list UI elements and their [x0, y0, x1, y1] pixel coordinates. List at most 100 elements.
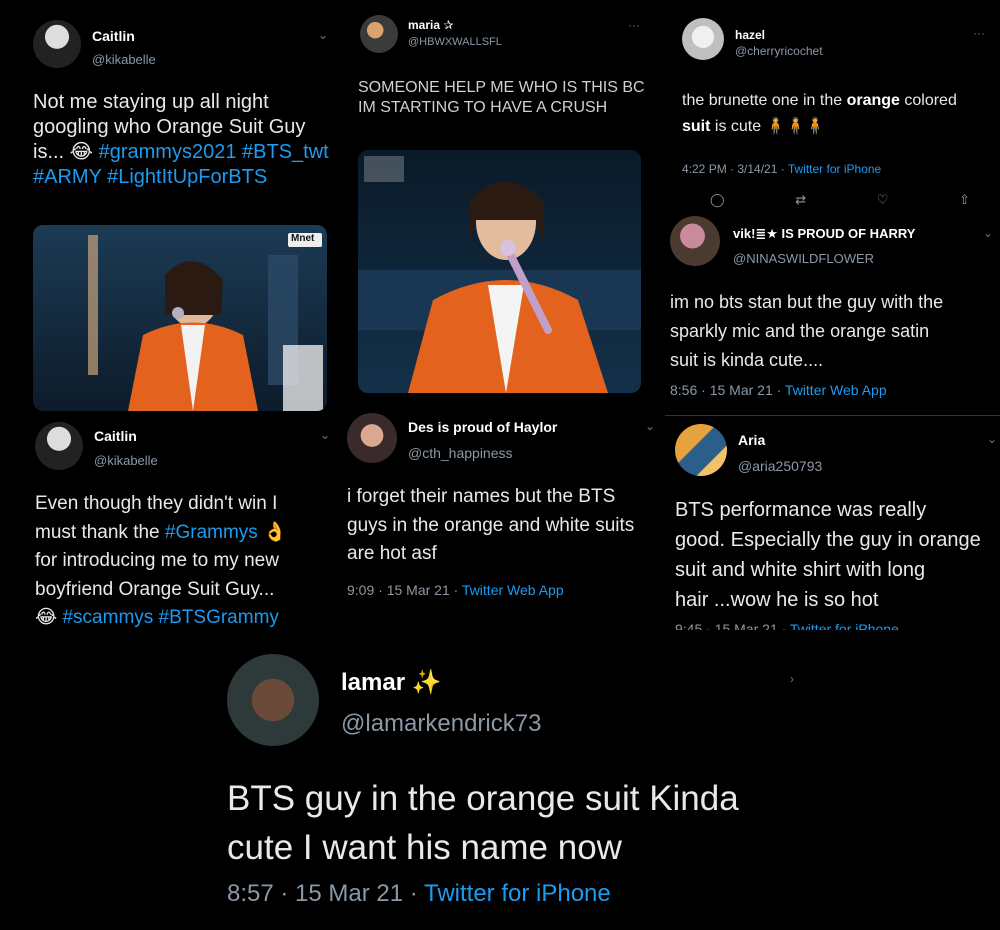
tweet-text: SOMEONE HELP ME WHO IS THIS BC IM STARTI…	[358, 78, 658, 118]
tweet-line: suit and white shirt with long	[675, 559, 926, 581]
tweet-aria[interactable]: Aria @aria250793 ⌄ BTS performance was r…	[665, 418, 1000, 630]
avatar[interactable]	[227, 654, 319, 746]
tweet-text: Not me staying up all night googling who…	[33, 90, 333, 190]
tweet-line: good. Especially the guy in orange	[675, 529, 981, 551]
tweet-text-fragment: orange	[846, 92, 900, 109]
tweet-line: Even though they didn't win I	[35, 493, 278, 514]
avatar[interactable]	[360, 15, 398, 53]
avatar[interactable]	[33, 20, 81, 68]
tweet-timestamp: 9:45 · 15 Mar 21 · Twitter for iPhone	[675, 621, 899, 630]
author-name[interactable]: lamar ✨	[341, 668, 442, 697]
timestamp: 8:57 · 15 Mar 21 ·	[227, 880, 424, 907]
author-handle: @lamarkendrick73	[341, 710, 542, 737]
tweet-line: is... 😂 #grammys2021 #BTS_twt	[33, 140, 333, 165]
hashtag-link[interactable]: #scammys #BTSGrammy	[62, 607, 278, 628]
hashtag-link[interactable]: #ARMY #LightItUpForBTS	[33, 165, 333, 190]
tweet-line: suit is kinda cute....	[670, 349, 824, 370]
performance-photo	[33, 225, 327, 411]
performance-photo	[358, 150, 641, 393]
source-link[interactable]: Twitter for iPhone	[788, 162, 881, 176]
tweet-text-fragment: is cute 🧍🧍🧍	[710, 117, 826, 135]
author-handle: @kikabelle	[94, 453, 158, 468]
source-link[interactable]: Twitter for iPhone	[424, 880, 611, 907]
author-name[interactable]: vik!≣★ IS PROUD OF HARRY	[733, 226, 915, 242]
reply-icon[interactable]: ◯	[710, 192, 725, 208]
action-bar: ◯ ⇄ ♡ ⇧	[710, 192, 970, 208]
share-icon[interactable]: ⇧	[959, 192, 970, 208]
tweet-caitlin-2[interactable]: Caitlin @kikabelle ⌄ Even though they di…	[0, 420, 340, 630]
tweet-line: BTS performance was really	[675, 499, 927, 521]
tweet-line: must thank the #Grammys 👌	[35, 519, 335, 548]
avatar[interactable]	[347, 413, 397, 463]
author-handle: @HBWXWALLSFL	[408, 36, 502, 48]
author-handle: @cherryricochet	[735, 44, 823, 58]
avatar[interactable]	[35, 422, 83, 470]
tweet-vik[interactable]: vik!≣★ IS PROUD OF HARRY @NINASWILDFLOWE…	[665, 208, 1000, 416]
hashtag-link[interactable]: #grammys2021 #BTS_twt	[99, 141, 329, 163]
tweet-text-fragment: 👌	[257, 521, 287, 543]
tweet-text-fragment: colored	[899, 92, 957, 109]
divider	[665, 415, 1000, 416]
hashtag-link[interactable]: #Grammys	[165, 522, 258, 543]
tweet-timestamp: 8:56 · 15 Mar 21 · Twitter Web App	[670, 382, 887, 398]
tweet-lamar[interactable]: lamar ✨ @lamarkendrick73 › BTS guy in th…	[205, 632, 805, 930]
tweet-line: for introducing me to my new	[35, 550, 279, 571]
tweet-line: cute I want his name now	[227, 828, 622, 867]
avatar[interactable]	[670, 216, 720, 266]
chevron-down-icon[interactable]: ⌄	[645, 419, 655, 433]
author-name[interactable]: Caitlin	[92, 28, 135, 44]
avatar[interactable]	[675, 424, 727, 476]
tweet-line: 😂 #scammys #BTSGrammy	[35, 604, 335, 630]
more-icon[interactable]: ···	[973, 26, 985, 40]
tweet-text-fragment: 😂	[35, 607, 63, 628]
source-link[interactable]: Twitter Web App	[785, 382, 887, 398]
source-link[interactable]: Twitter for iPhone	[790, 621, 899, 630]
like-icon[interactable]: ♡	[877, 192, 889, 208]
tweet-text-fragment: is... 😂	[33, 141, 99, 163]
timestamp: 9:45 · 15 Mar 21 ·	[675, 621, 790, 630]
author-handle: @kikabelle	[92, 52, 156, 67]
tweet-text: BTS guy in the orange suit Kinda cute I …	[227, 774, 802, 872]
tweet-media[interactable]: Mnet	[33, 225, 327, 411]
source-link[interactable]: Twitter Web App	[462, 582, 564, 598]
tweet-timestamp: 9:09 · 15 Mar 21 · Twitter Web App	[347, 582, 564, 598]
tweet-line: BTS guy in the orange suit Kinda	[227, 779, 739, 818]
author-handle: @aria250793	[738, 458, 823, 474]
tweet-line: SOMEONE HELP ME WHO IS THIS BC	[358, 79, 645, 96]
broadcast-logo: Mnet	[291, 233, 315, 244]
tweet-line: IM STARTING TO HAVE A CRUSH	[358, 99, 608, 116]
tweet-text: the brunette one in the orange colored s…	[682, 88, 992, 139]
author-name[interactable]: Des is proud of Haylor	[408, 419, 557, 435]
chevron-down-icon[interactable]: ⌄	[320, 428, 330, 442]
more-icon[interactable]: ···	[628, 18, 640, 32]
chevron-down-icon[interactable]: ⌄	[318, 28, 328, 42]
tweet-caitlin-1[interactable]: Caitlin @kikabelle ⌄ Not me staying up a…	[0, 0, 340, 420]
tweet-line: boyfriend Orange Suit Guy...	[35, 578, 275, 600]
timestamp: 8:56 · 15 Mar 21 ·	[670, 382, 785, 398]
tweet-line: googling who Orange Suit Guy	[33, 116, 306, 138]
tweet-line: guys in the orange and white suits	[347, 514, 635, 536]
tweet-media[interactable]	[358, 150, 641, 393]
author-name[interactable]: Aria	[738, 432, 765, 448]
retweet-icon[interactable]: ⇄	[795, 192, 806, 208]
tweet-des[interactable]: Des is proud of Haylor @cth_happiness ⌄ …	[340, 405, 665, 630]
tweet-line: i forget their names but the BTS	[347, 486, 616, 507]
tweet-line: hair ...wow he is so hot	[675, 589, 879, 611]
tweet-text-fragment: the brunette one in the	[682, 92, 847, 109]
author-name[interactable]: hazel	[735, 28, 765, 42]
author-handle: @cth_happiness	[408, 445, 513, 461]
tweet-line: Not me staying up all night	[33, 91, 269, 113]
tweet-timestamp: 4:22 PM · 3/14/21 · Twitter for iPhone	[682, 162, 881, 176]
chevron-down-icon[interactable]: ⌄	[987, 432, 997, 446]
tweet-line: sparkly mic and the orange satin	[670, 320, 930, 341]
avatar[interactable]	[682, 18, 724, 60]
chevron-right-icon[interactable]: ›	[790, 672, 794, 686]
tweet-text: BTS performance was really good. Especia…	[675, 495, 1000, 615]
tweet-maria[interactable]: maria ✰ @HBWXWALLSFL ··· SOMEONE HELP ME…	[340, 0, 665, 420]
author-name[interactable]: Caitlin	[94, 428, 137, 444]
tweet-line: are hot asf	[347, 543, 437, 564]
tweet-hazel[interactable]: hazel @cherryricochet ··· the brunette o…	[665, 0, 1000, 210]
tweet-timestamp: 8:57 · 15 Mar 21 · Twitter for iPhone	[227, 880, 611, 908]
chevron-down-icon[interactable]: ⌄	[983, 226, 993, 240]
author-name[interactable]: maria ✰	[408, 18, 453, 32]
